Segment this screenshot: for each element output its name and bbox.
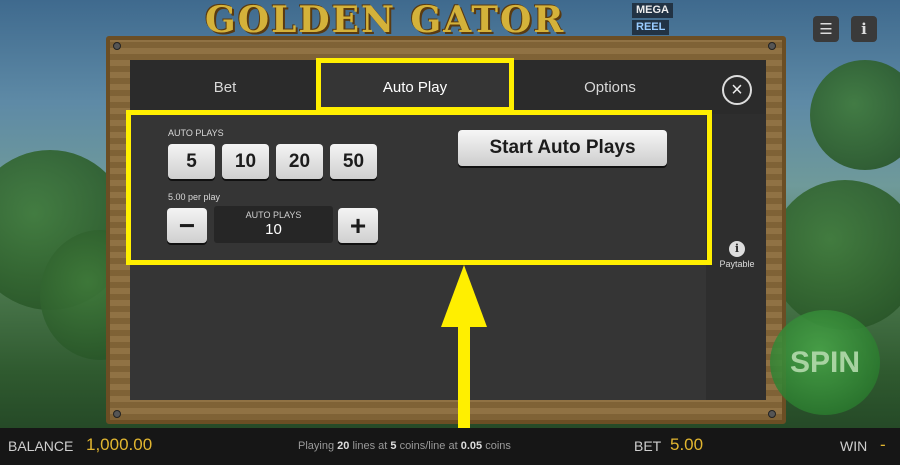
tab-bet[interactable]: Bet: [130, 60, 320, 114]
win-value: -: [880, 435, 886, 454]
paytable-label: Paytable: [719, 259, 755, 269]
info-button[interactable]: i: [851, 16, 877, 42]
arrow-up-icon: [441, 265, 487, 327]
logo-badge-reel: REEL: [632, 20, 670, 35]
frame-bolt: [113, 42, 121, 50]
frame-bolt: [768, 42, 776, 50]
frame-bolt: [113, 410, 121, 418]
bet-label: BET: [634, 438, 662, 454]
bet-value: 5.00: [670, 435, 704, 454]
game-logo: GOLDEN GATOR: [205, 0, 566, 41]
spin-button[interactable]: SPIN: [770, 310, 880, 415]
hamburger-icon: ☰: [819, 21, 833, 38]
tab-highlight-box: [316, 58, 514, 112]
menu-button[interactable]: ☰: [813, 16, 839, 42]
info-circle-icon: i: [729, 241, 745, 257]
close-button[interactable]: ×: [722, 75, 752, 105]
paytable-button[interactable]: i Paytable: [712, 241, 762, 269]
play-status: Playing 20 lines at 5 coins/line at 0.05…: [298, 440, 511, 452]
background-foliage: [770, 180, 900, 330]
balance-value: 1,000.00: [86, 435, 153, 454]
info-icon: i: [861, 20, 867, 38]
close-icon: ×: [731, 79, 743, 101]
panel-highlight-box: [126, 110, 712, 265]
win-label: WIN: [840, 438, 868, 454]
frame-bolt: [768, 410, 776, 418]
background-foliage: [810, 60, 900, 170]
tab-options[interactable]: Options: [510, 60, 710, 114]
balance-label: BALANCE: [8, 438, 74, 454]
logo-badge-mega: MEGA: [632, 3, 673, 18]
